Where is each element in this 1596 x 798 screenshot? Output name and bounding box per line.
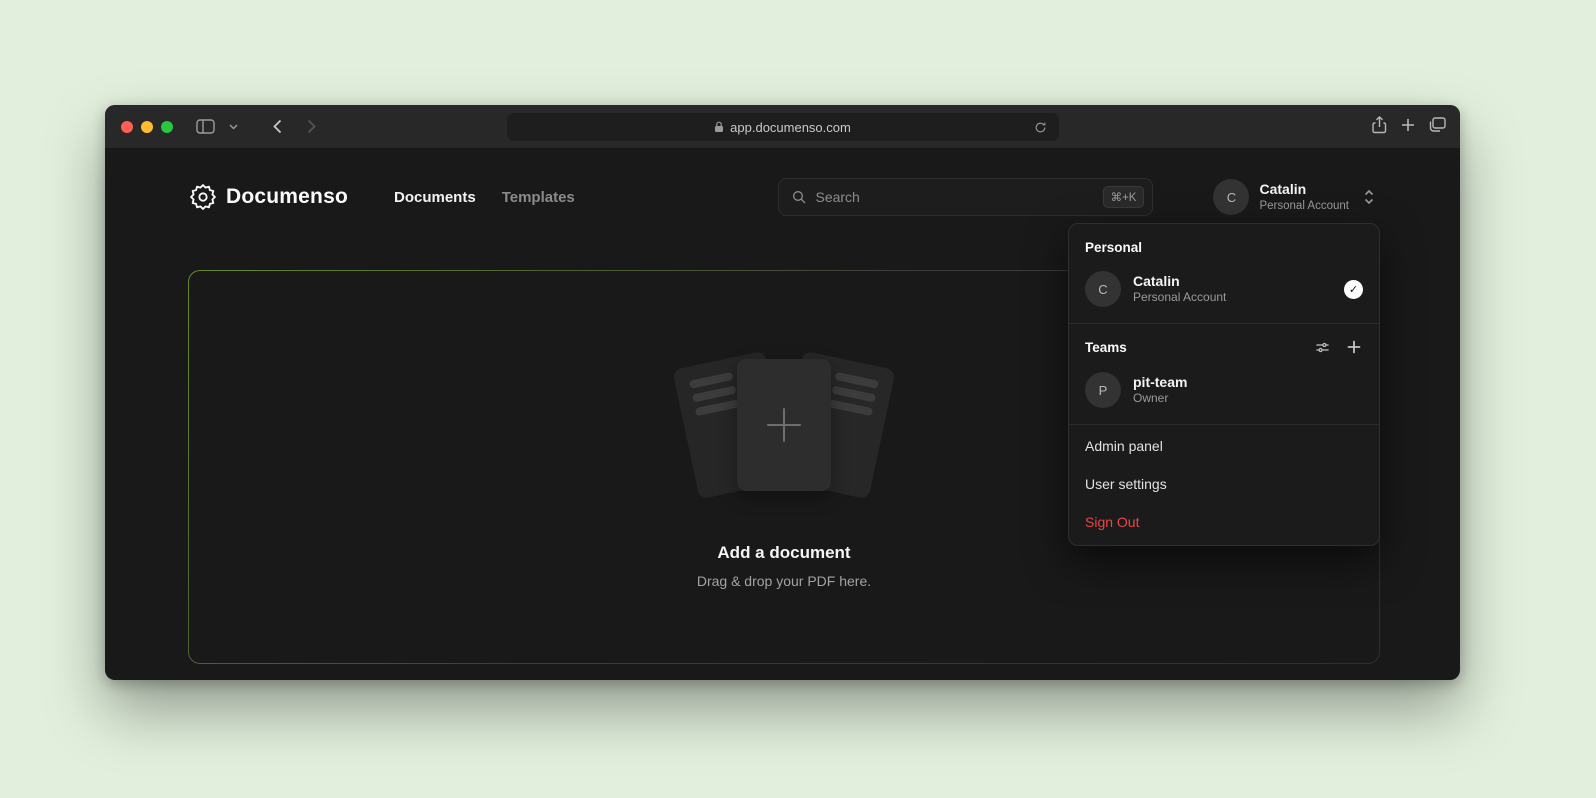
reload-icon[interactable] [1031, 117, 1051, 137]
chevron-up-down-icon [1363, 188, 1375, 206]
documenso-logo-icon [190, 184, 216, 210]
menu-divider [1069, 323, 1379, 324]
search-bar[interactable]: ⌘+K [778, 178, 1153, 216]
nav-documents[interactable]: Documents [394, 189, 476, 206]
avatar: C [1213, 179, 1249, 215]
account-name: Catalin [1259, 181, 1349, 199]
personal-account-name: Catalin [1133, 272, 1332, 290]
account-subtitle: Personal Account [1259, 199, 1349, 213]
personal-account-subtitle: Personal Account [1133, 290, 1332, 306]
add-team-icon[interactable] [1345, 338, 1363, 356]
teams-section-label: Teams [1069, 326, 1379, 364]
account-dropdown-menu: Personal C Catalin Personal Account ✓ Te… [1068, 223, 1380, 546]
address-bar[interactable]: app.documenso.com [507, 113, 1059, 141]
menu-item-sign-out[interactable]: Sign Out [1069, 503, 1379, 541]
back-button[interactable] [263, 114, 291, 140]
plus-icon [767, 408, 801, 442]
team-role: Owner [1133, 391, 1363, 407]
forward-button[interactable] [297, 114, 325, 140]
document-card-front [737, 359, 831, 491]
team-name: pit-team [1133, 373, 1363, 391]
search-input[interactable] [815, 189, 1094, 205]
menu-item-user-settings[interactable]: User settings [1069, 465, 1379, 503]
menu-divider [1069, 424, 1379, 425]
tab-overview-icon[interactable] [1429, 117, 1446, 137]
team-avatar: P [1085, 372, 1121, 408]
nav-templates[interactable]: Templates [502, 189, 575, 206]
menu-item-team-pit-team[interactable]: P pit-team Owner [1069, 364, 1379, 422]
share-icon[interactable] [1372, 116, 1387, 139]
search-icon [791, 189, 807, 205]
zoom-window-button[interactable] [161, 121, 173, 133]
new-tab-icon[interactable] [1401, 118, 1415, 137]
sidebar-chevron-down-icon[interactable] [225, 114, 241, 140]
manage-teams-icon[interactable] [1313, 338, 1331, 356]
browser-window: app.documenso.com [105, 105, 1460, 680]
account-menu-trigger[interactable]: C Catalin Personal Account [1213, 179, 1375, 215]
dropzone-subtitle: Drag & drop your PDF here. [697, 573, 871, 589]
avatar: C [1085, 271, 1121, 307]
menu-item-personal-account[interactable]: C Catalin Personal Account ✓ [1069, 263, 1379, 321]
browser-titlebar: app.documenso.com [105, 105, 1460, 149]
main-nav: Documents Templates [394, 189, 575, 206]
minimize-window-button[interactable] [141, 121, 153, 133]
menu-item-admin-panel[interactable]: Admin panel [1069, 427, 1379, 465]
documents-illustration [669, 345, 899, 505]
check-circle-icon: ✓ [1344, 280, 1363, 299]
personal-section-label: Personal [1069, 228, 1379, 263]
lock-icon [714, 121, 724, 133]
traffic-lights [121, 121, 173, 133]
close-window-button[interactable] [121, 121, 133, 133]
url-text: app.documenso.com [730, 120, 851, 135]
brand[interactable]: Documenso [190, 184, 348, 210]
brand-name: Documenso [226, 185, 348, 209]
search-shortcut-badge: ⌘+K [1103, 186, 1145, 208]
dropzone-title: Add a document [717, 543, 850, 563]
sidebar-toggle-icon[interactable] [191, 114, 219, 140]
